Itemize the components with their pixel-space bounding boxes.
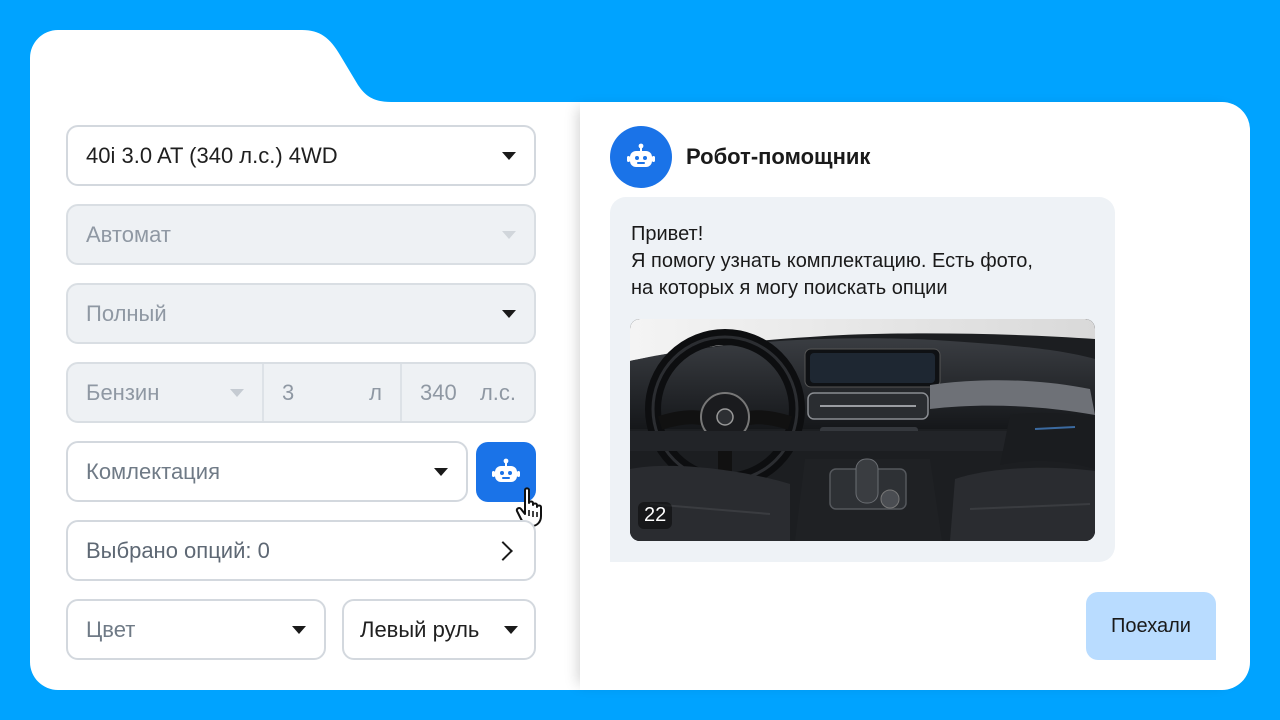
car-interior-image: [630, 319, 1095, 541]
modification-value: 40i 3.0 AT (340 л.с.) 4WD: [86, 142, 338, 168]
options-selected-label: Выбрано опций: 0: [86, 537, 270, 563]
steering-value: Левый руль: [360, 616, 480, 642]
assistant-message-bubble: Привет! Я помогу узнать комплектацию. Ес…: [610, 197, 1115, 562]
photo-count-badge: 22: [638, 502, 673, 529]
transmission-value: Автомат: [86, 221, 171, 247]
caret-down-icon: [502, 309, 516, 318]
volume-input[interactable]: 3 л: [262, 364, 400, 421]
fuel-select[interactable]: Бензин: [68, 364, 262, 421]
drive-select[interactable]: Полный: [66, 283, 536, 344]
color-select[interactable]: Цвет: [66, 599, 326, 660]
fuel-value: Бензин: [86, 379, 160, 405]
caret-down-icon: [502, 230, 516, 239]
robot-icon: [492, 458, 520, 482]
engine-fields: Бензин 3 л 340 л.с.: [66, 362, 536, 423]
volume-unit: л: [369, 379, 382, 405]
equipment-select[interactable]: Комлектация: [66, 441, 468, 502]
message-line: Я помогу узнать комплектацию. Есть фото,: [631, 250, 1033, 272]
car-interior-photo[interactable]: 22: [630, 319, 1095, 541]
start-reply-button[interactable]: Поехали: [1086, 592, 1216, 660]
modification-select[interactable]: 40i 3.0 AT (340 л.с.) 4WD: [66, 125, 536, 186]
power-unit: л.с.: [479, 379, 516, 405]
caret-down-icon: [434, 467, 448, 476]
caret-down-icon: [292, 625, 306, 634]
chat-title: Робот-помощник: [686, 144, 871, 169]
power-value: 340: [420, 379, 457, 405]
chat-panel: Робот-помощник Привет! Я помогу узнать к…: [580, 102, 1250, 690]
caret-down-icon: [502, 151, 516, 160]
message-line: Привет!: [631, 223, 704, 245]
volume-value: 3: [282, 379, 295, 405]
equipment-placeholder: Комлектация: [86, 458, 220, 484]
message-line: на которых я могу поискать опции: [631, 277, 948, 299]
assistant-message-text: Привет! Я помогу узнать комплектацию. Ес…: [631, 221, 1033, 302]
robot-icon: [627, 143, 655, 167]
power-input[interactable]: 340 л.с.: [400, 364, 534, 421]
drive-value: Полный: [86, 300, 167, 326]
color-placeholder: Цвет: [86, 616, 136, 642]
steering-select[interactable]: Левый руль: [342, 599, 536, 660]
options-selected-row[interactable]: Выбрано опций: 0: [66, 520, 536, 581]
transmission-select[interactable]: Автомат: [66, 204, 536, 265]
robot-avatar: [610, 126, 672, 188]
caret-down-icon: [504, 625, 518, 634]
chevron-right-icon: [493, 540, 513, 561]
caret-down-icon: [230, 388, 244, 397]
